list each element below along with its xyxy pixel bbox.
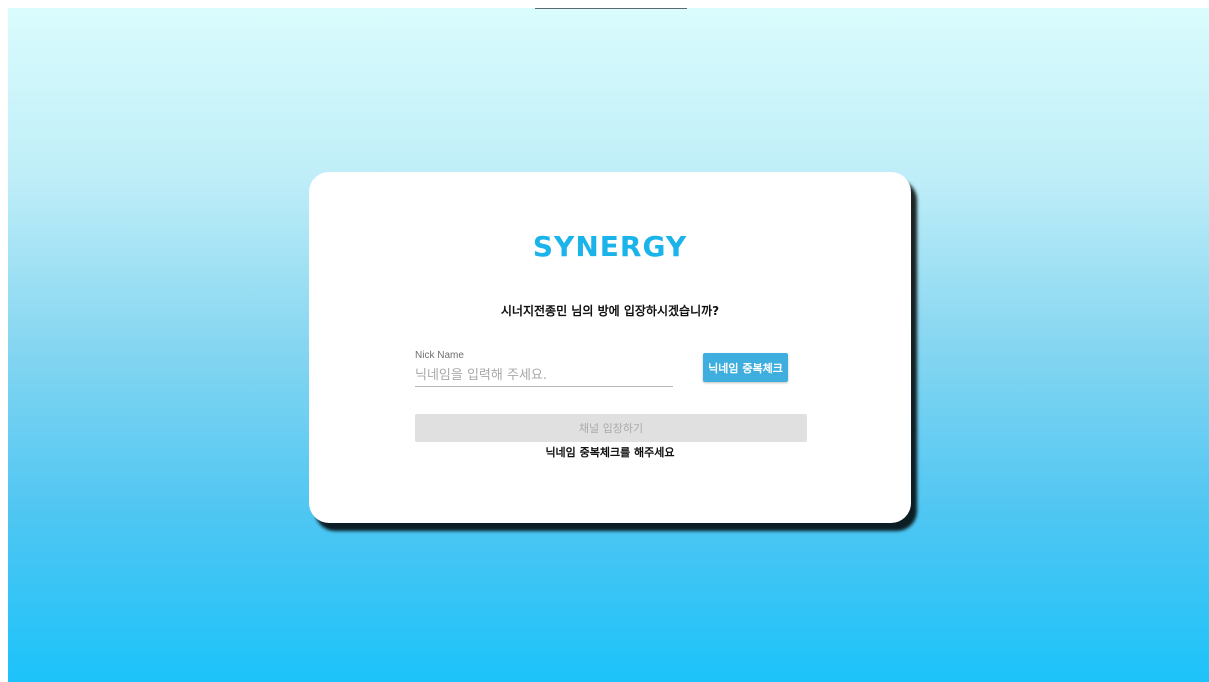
page-background: SYNERGY 시너지전종민 님의 방에 입장하시겠습니까? Nick Name… (8, 8, 1209, 682)
enter-room-question: 시너지전종민 님의 방에 입장하시겠습니까? (500, 304, 720, 318)
nickname-check-button[interactable]: 닉네임 중복체크 (703, 353, 788, 382)
nickname-label: Nick Name (415, 350, 464, 361)
nickname-input[interactable] (415, 364, 673, 387)
enter-channel-button[interactable]: 채널 입장하기 (415, 414, 807, 442)
synergy-logo: SYNERGY (532, 230, 688, 263)
nickname-check-hint: 닉네임 중복체크를 해주세요 (545, 446, 675, 459)
nickname-field: Nick Name (415, 350, 673, 388)
top-divider (535, 8, 687, 9)
enter-room-card: SYNERGY 시너지전종민 님의 방에 입장하시겠습니까? Nick Name… (309, 172, 911, 523)
